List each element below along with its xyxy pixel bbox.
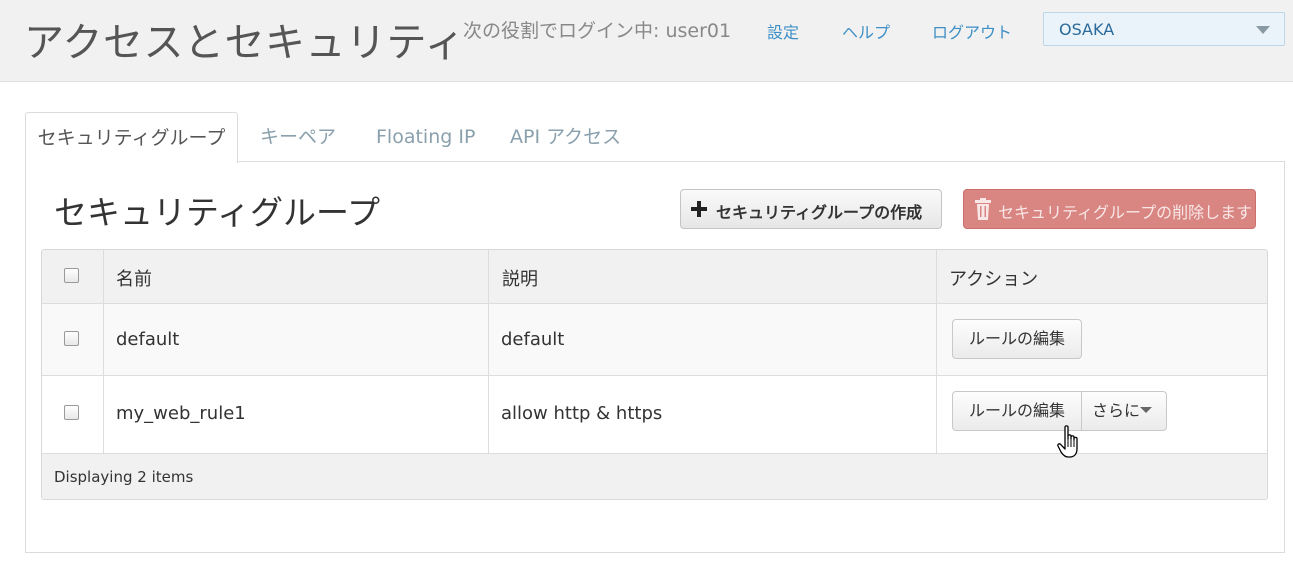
table-header-row: 名前 説明 アクション bbox=[42, 250, 1267, 304]
column-header-name[interactable]: 名前 bbox=[116, 265, 152, 291]
region-select[interactable]: OSAKA bbox=[1043, 12, 1285, 46]
create-security-group-button[interactable]: セキュリティグループの作成 bbox=[680, 189, 942, 229]
column-divider bbox=[488, 250, 489, 454]
row-description: default bbox=[501, 329, 565, 350]
select-all-checkbox[interactable] bbox=[64, 268, 79, 283]
row-name: my_web_rule1 bbox=[116, 403, 246, 424]
top-header: アクセスとセキュリティ 次の役割でログイン中: user01 設定 ヘルプ ログ… bbox=[0, 0, 1293, 82]
settings-link[interactable]: 設定 bbox=[767, 19, 799, 43]
tab-floating-ip[interactable]: Floating IP bbox=[376, 112, 475, 162]
plus-icon bbox=[691, 201, 707, 217]
row-name: default bbox=[116, 329, 180, 350]
row-checkbox[interactable] bbox=[64, 331, 79, 346]
tab-api-access[interactable]: API アクセス bbox=[510, 112, 621, 162]
column-divider bbox=[103, 250, 104, 454]
region-selected-value: OSAKA bbox=[1059, 20, 1115, 39]
item-count: Displaying 2 items bbox=[54, 468, 194, 486]
row-description: allow http & https bbox=[501, 403, 663, 424]
row-checkbox[interactable] bbox=[64, 405, 79, 420]
page-title: アクセスとセキュリティ bbox=[24, 20, 466, 66]
login-info: 次の役割でログイン中: user01 bbox=[463, 20, 732, 42]
delete-security-group-button[interactable]: セキュリティグループの削除します bbox=[963, 189, 1256, 229]
delete-button-label: セキュリティグループの削除します bbox=[998, 205, 1253, 222]
logout-link[interactable]: ログアウト bbox=[932, 19, 1012, 43]
tab-security-groups[interactable]: セキュリティグループ bbox=[25, 112, 238, 163]
column-divider bbox=[936, 250, 937, 454]
more-actions-dropdown[interactable]: さらに bbox=[1081, 391, 1167, 431]
help-link[interactable]: ヘルプ bbox=[842, 19, 890, 43]
more-actions-label: さらに bbox=[1092, 401, 1141, 420]
column-header-description[interactable]: 説明 bbox=[502, 265, 538, 291]
table-row: default default ルールの編集 bbox=[42, 304, 1267, 376]
table-footer: Displaying 2 items bbox=[42, 454, 1267, 499]
chevron-down-icon bbox=[1256, 26, 1270, 34]
caret-down-icon bbox=[1140, 407, 1152, 413]
section-title: セキュリティグループ bbox=[54, 193, 381, 232]
column-header-actions: アクション bbox=[949, 269, 1039, 290]
security-groups-table: 名前 説明 アクション default default ルールの編集 my_we… bbox=[41, 249, 1268, 500]
create-button-label: セキュリティグループの作成 bbox=[716, 205, 923, 222]
hand-cursor-icon bbox=[1057, 425, 1078, 458]
edit-rules-button[interactable]: ルールの編集 bbox=[952, 319, 1082, 359]
trash-icon bbox=[975, 198, 991, 220]
tab-keypairs[interactable]: キーペア bbox=[260, 112, 336, 162]
